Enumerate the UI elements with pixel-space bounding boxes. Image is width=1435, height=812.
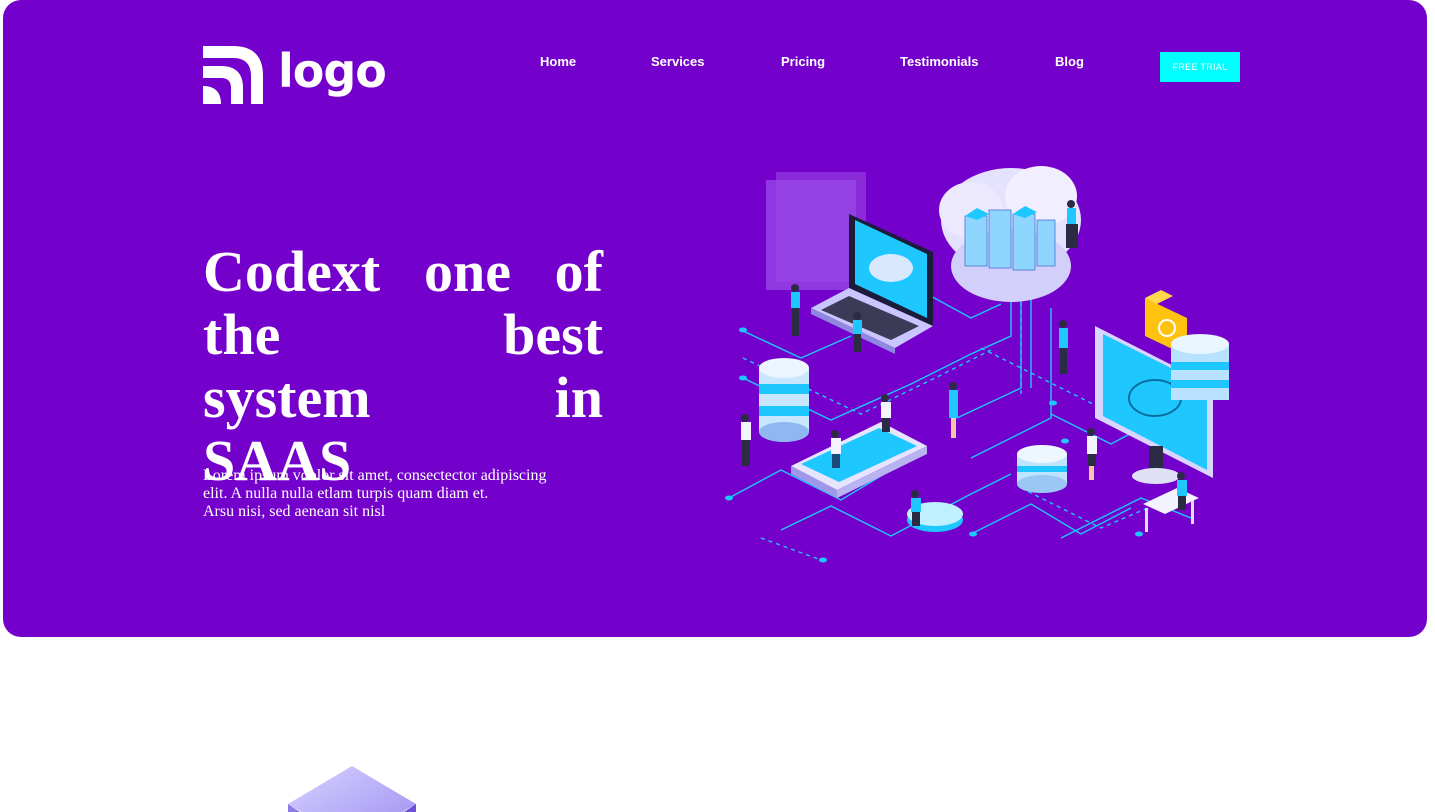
hero-headline: Codext one of the best system in SAAS: [203, 239, 603, 493]
database-stack: [1171, 334, 1229, 400]
logo-text: logo: [278, 44, 387, 98]
desk: [1143, 488, 1199, 532]
database-cylinder: [759, 358, 809, 442]
hero-subtext-line: elit. A nulla nulla etlam turpis quam di…: [203, 485, 489, 502]
nav-pricing[interactable]: Pricing: [781, 54, 825, 69]
hero-subtext-line: Arsu nisi, sed aenean sit nisl: [203, 503, 386, 520]
nav-home[interactable]: Home: [540, 54, 576, 69]
isometric-cube: [288, 766, 416, 812]
nav-blog[interactable]: Blog: [1055, 54, 1084, 69]
hero-subtext: Lorem ipsum vdolor sit amet, consectecto…: [203, 467, 583, 521]
cloud-server: [939, 166, 1081, 302]
phone-platform: [791, 422, 927, 498]
hero-banner: logo Home Services Pricing Testimonials …: [3, 0, 1427, 637]
nav-testimonials[interactable]: Testimonials: [900, 54, 979, 69]
nav-services[interactable]: Services: [651, 54, 705, 69]
brand-logo[interactable]: logo: [203, 44, 387, 106]
hero-subtext-line: Lorem ipsum vdolor sit amet, consectecto…: [203, 467, 547, 484]
logo-mark-icon: [203, 46, 263, 104]
saas-isometric-illustration: [725, 166, 1229, 563]
database-disk: [1017, 445, 1067, 493]
free-trial-button[interactable]: FREE TRIAL: [1160, 52, 1240, 82]
